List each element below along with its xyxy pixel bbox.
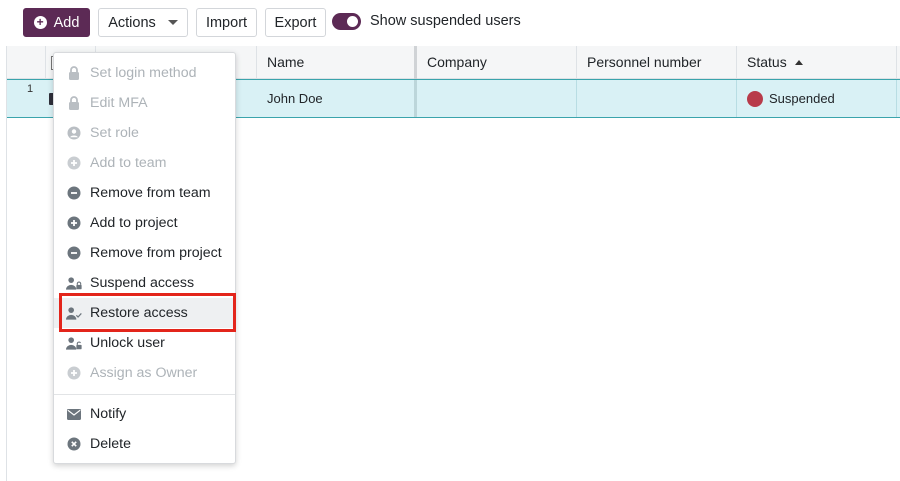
menu-item-label: Set role bbox=[90, 125, 139, 141]
export-button-label: Export bbox=[274, 14, 317, 31]
menu-item-add-to-team: Add to team bbox=[54, 148, 235, 178]
menu-item-label: Notify bbox=[90, 406, 127, 422]
header-rownum-cell bbox=[7, 46, 46, 79]
caret-down-icon bbox=[167, 20, 178, 25]
cell-name: John Doe bbox=[257, 80, 417, 117]
column-header-label: Company bbox=[427, 54, 487, 70]
menu-item-set-login-method: Set login method bbox=[54, 58, 235, 88]
minus-circle-icon bbox=[66, 185, 82, 201]
menu-item-label: Edit MFA bbox=[90, 95, 148, 111]
menu-item-delete[interactable]: Delete bbox=[54, 429, 235, 459]
user-lock-icon bbox=[66, 275, 82, 291]
import-button[interactable]: Import bbox=[196, 8, 257, 37]
lock-icon bbox=[66, 65, 82, 81]
menu-item-label: Delete bbox=[90, 436, 132, 452]
user-unlock-icon bbox=[66, 335, 82, 351]
cell-personnel-number bbox=[577, 80, 737, 117]
actions-button-label: Actions bbox=[108, 14, 156, 31]
row-number: 1 bbox=[27, 83, 34, 95]
menu-item-set-role: Set role bbox=[54, 118, 235, 148]
column-header-name[interactable]: Name bbox=[257, 46, 417, 79]
envelope-icon bbox=[66, 406, 82, 422]
actions-menu: Set login method Edit MFA Set role Add t… bbox=[53, 52, 236, 464]
show-suspended-label: Show suspended users bbox=[370, 13, 521, 29]
menu-item-notify[interactable]: Notify bbox=[54, 399, 235, 429]
plus-circle-icon bbox=[66, 365, 82, 381]
plus-circle-icon bbox=[66, 215, 82, 231]
toolbar: + Add Actions Import Export Show suspend… bbox=[0, 0, 900, 46]
column-header-label: Name bbox=[267, 54, 305, 70]
show-suspended-toggle[interactable] bbox=[332, 13, 361, 30]
menu-item-unlock-user[interactable]: Unlock user bbox=[54, 328, 235, 358]
actions-dropdown-button[interactable]: Actions bbox=[98, 8, 188, 37]
status-dot-icon bbox=[747, 91, 763, 107]
menu-item-add-to-project[interactable]: Add to project bbox=[54, 208, 235, 238]
column-header-company[interactable]: Company bbox=[417, 46, 577, 79]
cell-company bbox=[417, 80, 577, 117]
toggle-knob bbox=[347, 16, 358, 27]
menu-divider bbox=[54, 394, 235, 395]
add-button[interactable]: + Add bbox=[23, 8, 90, 37]
cell-name-text: John Doe bbox=[267, 91, 323, 106]
menu-item-assign-as-owner: Assign as Owner bbox=[54, 358, 235, 388]
menu-item-edit-mfa: Edit MFA bbox=[54, 88, 235, 118]
column-header-personnel-number[interactable]: Personnel number bbox=[577, 46, 737, 79]
add-button-label: Add bbox=[53, 14, 80, 31]
plus-circle-icon bbox=[66, 155, 82, 171]
export-button[interactable]: Export bbox=[265, 8, 326, 37]
highlight-annotation-box bbox=[59, 293, 236, 332]
sort-ascending-icon bbox=[794, 60, 803, 65]
minus-circle-icon bbox=[66, 245, 82, 261]
cell-status: Suspended bbox=[737, 80, 897, 117]
lock-icon bbox=[66, 95, 82, 111]
plus-circle-icon: + bbox=[33, 16, 47, 29]
menu-item-label: Remove from project bbox=[90, 245, 222, 261]
menu-item-label: Remove from team bbox=[90, 185, 211, 201]
menu-item-remove-from-team[interactable]: Remove from team bbox=[54, 178, 235, 208]
column-header-status[interactable]: Status bbox=[737, 46, 897, 79]
import-button-label: Import bbox=[205, 14, 248, 31]
status-badge: Suspended bbox=[769, 91, 835, 106]
column-header-label: Personnel number bbox=[587, 54, 702, 70]
times-circle-icon bbox=[66, 436, 82, 452]
column-header-label: Status bbox=[747, 54, 787, 70]
menu-item-label: Add to project bbox=[90, 215, 178, 231]
menu-item-remove-from-project[interactable]: Remove from project bbox=[54, 238, 235, 268]
menu-item-label: Add to team bbox=[90, 155, 167, 171]
menu-item-label: Assign as Owner bbox=[90, 365, 198, 381]
menu-item-label: Suspend access bbox=[90, 275, 195, 291]
user-circle-icon bbox=[66, 125, 82, 141]
menu-item-label: Unlock user bbox=[90, 335, 165, 351]
menu-item-label: Set login method bbox=[90, 65, 197, 81]
